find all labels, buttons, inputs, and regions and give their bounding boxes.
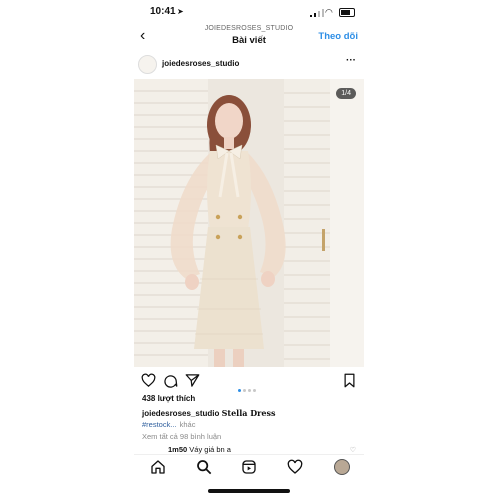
battery-icon <box>339 8 355 17</box>
image-counter-badge: 1/4 <box>336 88 356 99</box>
search-icon[interactable] <box>196 459 212 475</box>
comment-preview: 1m50 Váy giá bn a <box>168 445 231 454</box>
post-header-bar: ‹ JOIEDESROSES_STUDIO Bài viết Theo dõi <box>134 24 364 52</box>
post-author-row: joiedesroses_studio ··· <box>134 54 364 74</box>
signal-icon <box>310 9 324 17</box>
caption-more-link[interactable]: khác <box>180 420 196 429</box>
home-icon[interactable] <box>150 459 166 475</box>
post-caption: joiedesroses_studio Stella Dress <box>142 408 275 418</box>
bottom-tab-bar <box>134 454 364 479</box>
dress-photo <box>134 79 364 367</box>
comment-like-icon[interactable]: ♡ <box>350 446 356 454</box>
bookmark-icon[interactable] <box>342 373 357 388</box>
caption-text: Stella Dress <box>221 408 276 418</box>
likes-count[interactable]: 438 lượt thích <box>142 394 195 403</box>
home-indicator <box>208 489 290 493</box>
profile-avatar[interactable] <box>334 459 350 475</box>
reels-icon[interactable] <box>241 459 257 475</box>
send-icon[interactable] <box>185 373 200 388</box>
post-actions-row <box>134 372 364 392</box>
comment-text: Váy giá bn a <box>189 445 231 454</box>
carousel-dot <box>253 389 256 392</box>
post-username[interactable]: joiedesroses_studio <box>162 59 239 68</box>
status-time: 10:41 <box>150 6 176 17</box>
ellipsis-icon[interactable]: ··· <box>346 55 356 66</box>
location-arrow-icon: ➤ <box>177 7 184 16</box>
heart-icon[interactable] <box>141 373 156 388</box>
avatar[interactable] <box>138 55 157 74</box>
follow-button[interactable]: Theo dõi <box>318 31 358 42</box>
status-bar: 10:41 ➤ ◠ <box>134 6 364 20</box>
heart-icon[interactable] <box>287 459 303 475</box>
carousel-dot <box>238 389 241 392</box>
caption-username[interactable]: joiedesroses_studio <box>142 409 219 418</box>
carousel-dot <box>243 389 246 392</box>
carousel-dot <box>248 389 251 392</box>
post-image[interactable]: 1/4 <box>134 79 364 367</box>
carousel-indicator <box>238 379 258 397</box>
wifi-icon: ◠ <box>325 7 333 17</box>
comment-username[interactable]: 1m50 <box>168 445 187 454</box>
comment-icon[interactable] <box>163 373 178 388</box>
caption-tags: #restock... khác <box>142 420 195 429</box>
hashtag-link[interactable]: #restock... <box>142 420 177 429</box>
view-all-comments-link[interactable]: Xem tất cả 98 bình luận <box>142 432 221 441</box>
instagram-post-screen: 10:41 ➤ ◠ ‹ JOIEDESROSES_STUDIO Bài viết… <box>134 0 364 499</box>
